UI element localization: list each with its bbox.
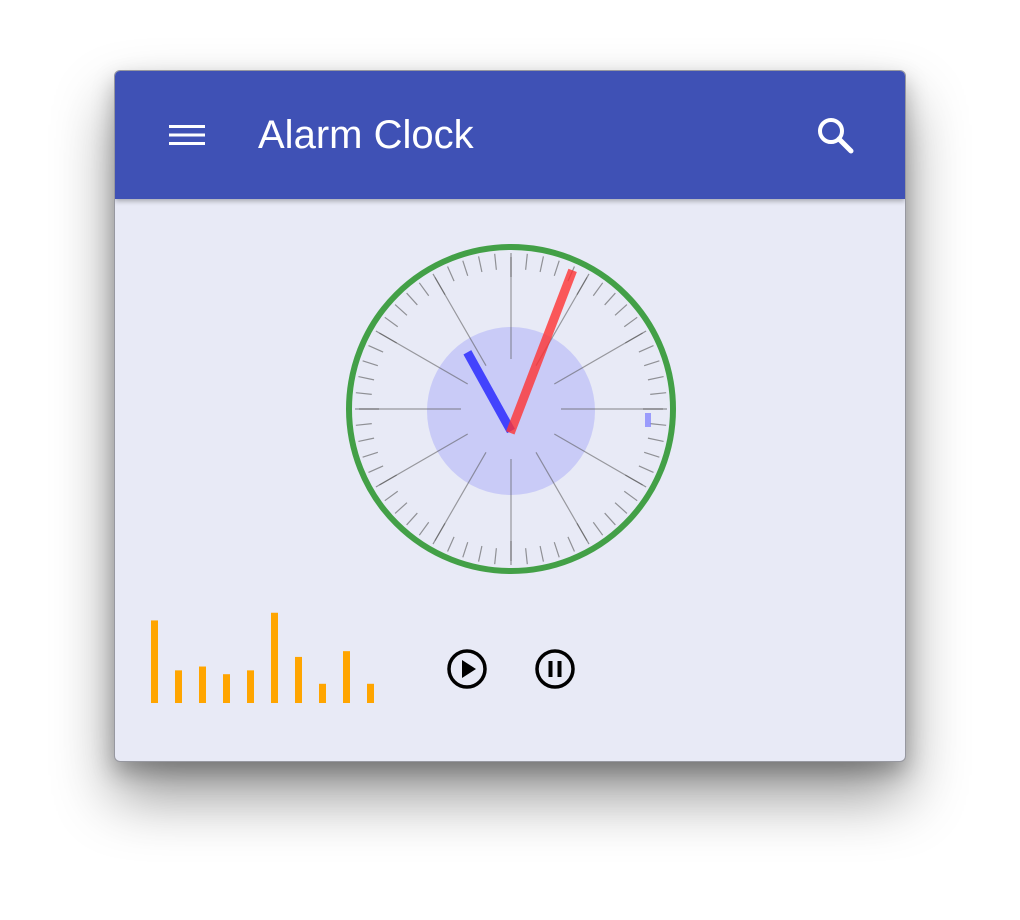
clock-tick [447,266,455,282]
clock-tick [553,541,560,558]
clock-tick [539,256,545,273]
clock-tick [447,536,455,552]
clock-tick [368,465,384,473]
clock-tick [604,512,616,526]
clock-tick [368,345,384,353]
clock-tick [418,521,430,536]
clock-tick [638,345,654,353]
spectrum-bar [367,683,374,703]
clock-tick [623,316,638,328]
clock-tick [362,360,379,367]
pause-button[interactable] [533,647,577,691]
clock-tick [592,521,604,536]
play-button[interactable] [445,647,489,691]
menu-icon [169,125,205,145]
app-bar: Alarm Clock [115,71,905,199]
clock-tick [623,490,638,502]
app-window: Alarm Clock [114,70,906,762]
spectrum-bar [343,651,350,703]
clock-tick [494,253,497,270]
clock-tick [406,292,418,306]
clock-tick [650,392,667,395]
play-circle-icon [447,649,487,689]
search-icon [818,118,854,154]
clock-tick [614,502,628,514]
spectrum-bar [223,674,230,703]
clock-tick [384,316,399,328]
clock-tick [358,437,375,443]
clock-tick [539,545,545,562]
clock-tick [477,256,483,273]
analog-clock [343,241,679,577]
clock-tick [355,392,372,395]
spectrum-bar [295,656,302,703]
clock-tick [553,260,560,277]
clock-tick [567,536,575,552]
clock-tick [638,465,654,473]
clock-tick [604,292,616,306]
clock-tick [362,451,379,458]
clock-tick [647,437,664,443]
clock-tick [614,304,628,316]
clock-tick [643,451,660,458]
clock-tick [394,502,408,514]
spectrum-bar [175,670,182,703]
clock-tick [358,375,375,381]
clock-tick [394,304,408,316]
clock-tick [462,260,469,277]
spectrum-bar [247,670,254,703]
spectrum-bar [199,666,206,703]
menu-button[interactable] [159,115,211,155]
clock-tick [650,423,667,426]
clock-tick [462,541,469,558]
app-title: Alarm Clock [258,113,474,157]
pause-circle-icon [535,649,575,689]
spectrum-bar [271,612,278,703]
spectrum-bar [151,620,158,703]
clock-tick [477,545,483,562]
audio-spectrum [149,605,379,705]
clock-tick [494,548,497,565]
clock-tick [643,360,660,367]
clock-tick [406,512,418,526]
spectrum-bar [319,683,326,703]
clock-tick [355,423,372,426]
clock-tick [647,375,664,381]
clock-marker [645,413,651,427]
clock-tick [525,548,528,565]
search-button[interactable] [813,113,859,159]
clock-tick [418,282,430,297]
clock-tick [525,253,528,270]
clock-tick [592,282,604,297]
clock-tick [384,490,399,502]
